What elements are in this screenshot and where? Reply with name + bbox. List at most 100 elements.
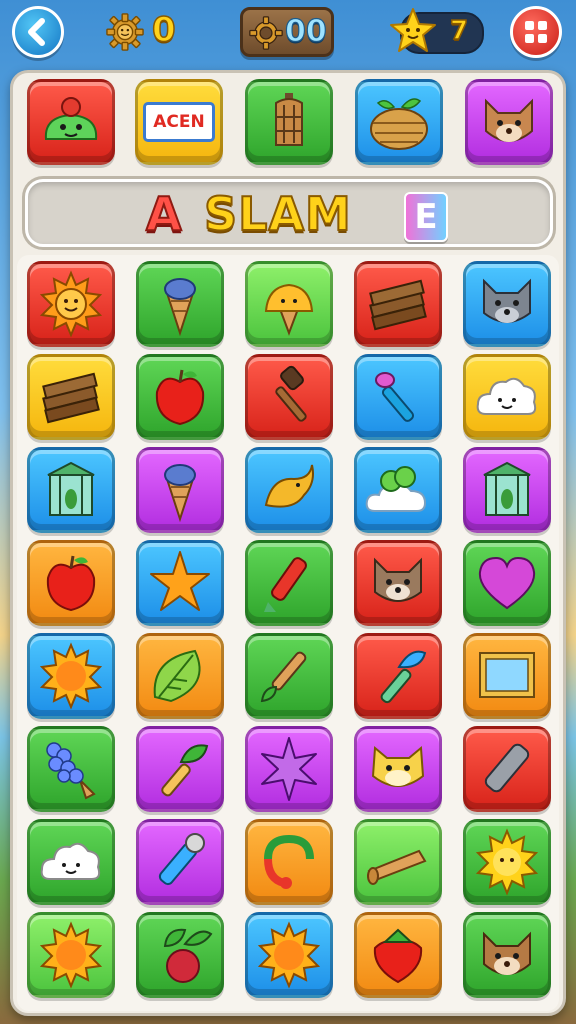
grid-tile[interactable] bbox=[136, 912, 224, 998]
picture-frame-icon bbox=[479, 652, 535, 698]
gear-icon bbox=[106, 13, 144, 51]
apple-icon bbox=[46, 555, 96, 612]
sun-flower-icon bbox=[475, 828, 539, 896]
word-letter-e: E bbox=[404, 192, 448, 242]
menu-button[interactable] bbox=[510, 6, 562, 58]
grid-tile[interactable] bbox=[245, 633, 333, 719]
cloud-face-icon bbox=[40, 842, 101, 880]
green-blob-creature-icon bbox=[44, 97, 98, 140]
bird-cage-icon bbox=[483, 461, 531, 516]
back-button[interactable] bbox=[12, 6, 64, 58]
paintbrush-icon bbox=[375, 372, 415, 422]
raccoon-face-icon bbox=[374, 557, 422, 602]
word-display: A SLAM E bbox=[25, 179, 553, 247]
grid-tile[interactable] bbox=[245, 726, 333, 812]
grid-tile[interactable] bbox=[136, 540, 224, 626]
grid-tile[interactable] bbox=[27, 912, 115, 998]
top-tile-3[interactable] bbox=[245, 79, 333, 165]
orange-star-icon bbox=[150, 551, 210, 611]
grid-tile[interactable] bbox=[463, 912, 551, 998]
sun-face-icon bbox=[39, 270, 103, 338]
grid-tile[interactable] bbox=[245, 819, 333, 905]
grid-tile[interactable] bbox=[136, 633, 224, 719]
grid-tile[interactable] bbox=[136, 726, 224, 812]
game-board: ACEN A SLAM E bbox=[10, 70, 566, 1016]
ice-cream-cone-icon bbox=[164, 464, 196, 523]
grid-tile[interactable] bbox=[354, 819, 442, 905]
purple-star-icon bbox=[261, 737, 317, 801]
gear-icon bbox=[249, 16, 283, 50]
grid-tile[interactable] bbox=[463, 354, 551, 440]
grid-tile[interactable] bbox=[27, 633, 115, 719]
grid-tile[interactable] bbox=[463, 819, 551, 905]
grid-tile[interactable] bbox=[354, 354, 442, 440]
ice-cream-cone-icon bbox=[164, 278, 196, 337]
top-tile-2[interactable]: ACEN bbox=[135, 79, 223, 165]
grid-tile[interactable] bbox=[354, 540, 442, 626]
grid-tile[interactable] bbox=[463, 540, 551, 626]
chevron-left-icon bbox=[28, 18, 45, 46]
grid-tile[interactable] bbox=[136, 354, 224, 440]
star-icon bbox=[390, 8, 436, 52]
grid-tile[interactable] bbox=[245, 540, 333, 626]
grid-tile[interactable] bbox=[136, 447, 224, 533]
grid-tile[interactable] bbox=[354, 726, 442, 812]
grid-tile[interactable] bbox=[245, 354, 333, 440]
lantern-icon bbox=[275, 93, 303, 146]
grid-tile[interactable] bbox=[354, 633, 442, 719]
grid-tile[interactable] bbox=[463, 726, 551, 812]
acen-sign: ACEN bbox=[143, 102, 215, 142]
sun-icon bbox=[39, 642, 103, 710]
fruit-basket-icon bbox=[370, 98, 428, 150]
grid-tile[interactable] bbox=[245, 447, 333, 533]
hammer-icon bbox=[275, 365, 307, 422]
green-brush-icon bbox=[161, 744, 209, 797]
yellow-bird-icon bbox=[264, 464, 314, 508]
top-tile-4[interactable] bbox=[355, 79, 443, 165]
top-hud: 0 00 7 bbox=[0, 0, 576, 66]
cloud-bush-icon bbox=[365, 466, 427, 512]
hamster-face-icon bbox=[371, 745, 425, 787]
apple-icon bbox=[155, 369, 205, 426]
grid-tile[interactable] bbox=[463, 261, 551, 347]
bird-cage-icon bbox=[47, 461, 95, 516]
grid-tile[interactable] bbox=[463, 633, 551, 719]
word-letter-a: A bbox=[145, 187, 183, 241]
grid-tile[interactable] bbox=[27, 540, 115, 626]
flashlight-icon bbox=[158, 833, 205, 886]
grid-tile[interactable] bbox=[27, 819, 115, 905]
paint-brush-icon bbox=[260, 651, 307, 703]
wood-planks-icon bbox=[369, 279, 427, 331]
grid-tile[interactable] bbox=[354, 261, 442, 347]
cloud-face-icon bbox=[476, 377, 537, 415]
grid-tile[interactable] bbox=[463, 447, 551, 533]
gear-counter-panel: 00 bbox=[240, 7, 334, 57]
sun-icon bbox=[257, 921, 321, 989]
wood-planks-icon bbox=[42, 372, 100, 424]
grapes-cone-icon bbox=[46, 742, 96, 800]
grid-tile[interactable] bbox=[354, 447, 442, 533]
strawberry-icon bbox=[373, 928, 423, 984]
blue-brush-icon bbox=[380, 650, 427, 704]
magnet-icon bbox=[264, 834, 314, 889]
top-tile-1[interactable] bbox=[27, 79, 115, 165]
grid-tile[interactable] bbox=[27, 261, 115, 347]
grid-tile[interactable] bbox=[27, 726, 115, 812]
grid-menu-icon bbox=[525, 21, 547, 43]
grid-tile[interactable] bbox=[136, 261, 224, 347]
berry-leaves-icon bbox=[163, 928, 213, 983]
crayon-icon bbox=[264, 557, 307, 612]
grid-tile[interactable] bbox=[136, 819, 224, 905]
gray-marker-icon bbox=[484, 743, 530, 793]
fox-face-icon bbox=[483, 931, 531, 975]
top-tile-5[interactable] bbox=[465, 79, 553, 165]
grid-tile[interactable] bbox=[27, 447, 115, 533]
grid-tile[interactable] bbox=[245, 912, 333, 998]
gear-count: 0 bbox=[151, 9, 176, 51]
word-slam: SLAM bbox=[203, 187, 352, 241]
gear-panel-count: 00 bbox=[284, 13, 327, 49]
grid-tile[interactable] bbox=[245, 261, 333, 347]
tile-grid bbox=[17, 255, 559, 1011]
grid-tile[interactable] bbox=[27, 354, 115, 440]
grid-tile[interactable] bbox=[354, 912, 442, 998]
